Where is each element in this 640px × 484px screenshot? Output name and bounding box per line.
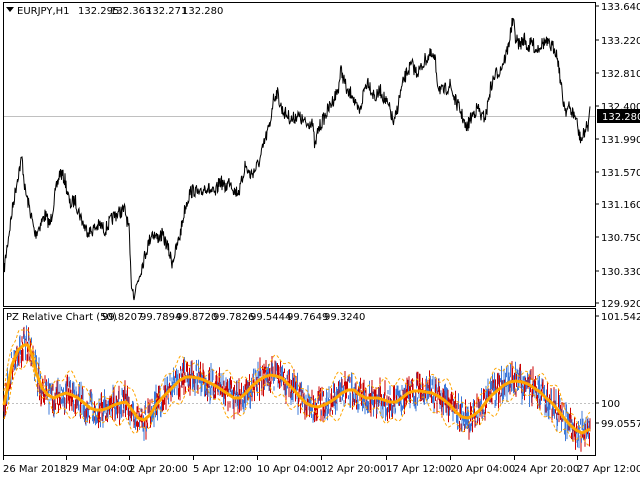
price-tick-label: 133.220 (601, 36, 640, 47)
indicator-scale-bottom: 99.0557 (601, 419, 640, 430)
indicator-scale-top: 101.5427 (601, 312, 640, 323)
indicator-scale-mid: 100 (601, 399, 620, 410)
price-tick-label: 131.570 (601, 168, 640, 179)
indicator-value: 99.8720 (176, 312, 217, 323)
time-label: 29 Mar 04:00 (66, 464, 133, 475)
current-price-label: 132.280 (602, 112, 640, 123)
symbol-dropdown-icon[interactable] (6, 7, 14, 12)
indicator-pane-frame (3, 308, 596, 456)
indicator-value: 99.7649 (287, 312, 328, 323)
time-label: 26 Mar 2018 (3, 464, 66, 475)
symbol-label: EURJPY,H1 (17, 6, 70, 17)
time-axis: 26 Mar 2018 29 Mar 04:002 Apr 20:00 5 Apr … (3, 456, 640, 475)
time-label: 5 Apr 12:00 (193, 464, 252, 475)
indicator-label: PZ Relative Chart (50) (6, 312, 117, 323)
time-label: 10 Apr 04:00 (257, 464, 322, 475)
price-tick-label: 130.330 (601, 267, 640, 278)
chart-canvas[interactable]: 133.640133.220132.810132.400131.990131.5… (0, 0, 640, 480)
chart-window[interactable]: 133.640 133.220 132.810 132.400 131.990 131.5… (0, 0, 640, 480)
relative-bars (3, 325, 591, 452)
time-label: 2 Apr 20:00 (129, 464, 188, 475)
price-tick-label: 130.750 (601, 233, 640, 244)
time-label: 20 Apr 04:00 (450, 464, 515, 475)
price-tick-label: 129.920 (601, 299, 640, 310)
price-tick-label: 132.810 (601, 69, 640, 80)
indicator-values: 99.8207 99.7894 99.8720 99.7826 99.5444 … (102, 312, 365, 323)
indicator-value: 99.3240 (324, 312, 365, 323)
indicator-value: 99.8207 (102, 312, 143, 323)
price-scale: 133.640133.220132.810132.400131.990131.5… (596, 2, 640, 310)
price-tick-label: 133.640 (601, 2, 640, 13)
time-label: 24 Apr 20:00 (514, 464, 579, 475)
price-tick-label: 131.160 (601, 200, 640, 211)
price-line (3, 17, 591, 301)
time-label: 17 Apr 12:00 (386, 464, 451, 475)
indicator-value: 99.5444 (250, 312, 291, 323)
ohlc-close: 132.280 (182, 6, 223, 17)
time-label: 27 Apr 12:00 (577, 464, 640, 475)
indicator-value: 99.7826 (213, 312, 254, 323)
time-label: 12 Apr 20:00 (321, 464, 386, 475)
price-tick-label: 131.990 (601, 135, 640, 146)
